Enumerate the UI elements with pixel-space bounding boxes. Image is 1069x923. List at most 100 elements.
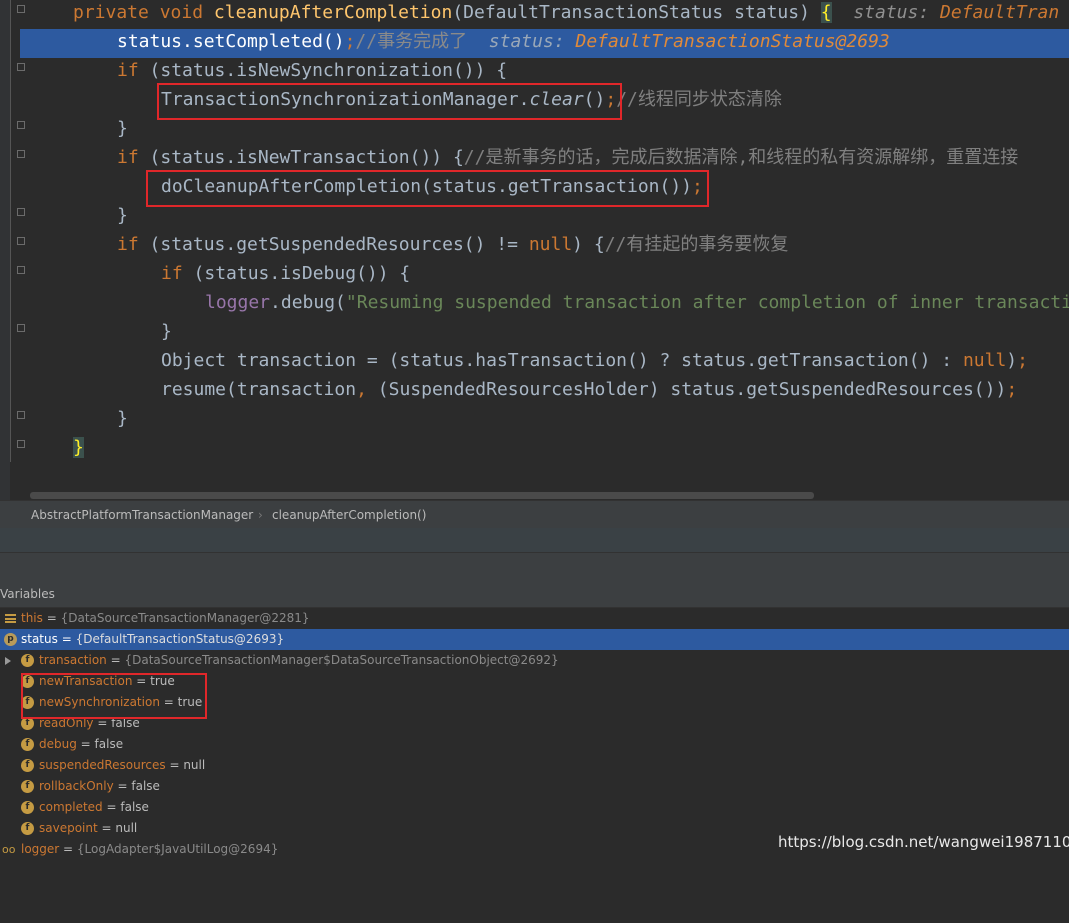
code-line[interactable]: } bbox=[117, 114, 128, 143]
inline-hint-value: DefaultTran bbox=[940, 2, 1060, 23]
variable-name: completed bbox=[39, 800, 103, 814]
parameter-icon: p bbox=[4, 633, 17, 646]
semicolon: ; bbox=[1006, 379, 1018, 400]
code-line[interactable]: private void cleanupAfterCompletion(Defa… bbox=[73, 0, 1059, 27]
variable-name: suspendedResources bbox=[39, 758, 166, 772]
field-icon: f bbox=[21, 654, 34, 667]
comment: //线程同步状态清除 bbox=[616, 89, 782, 110]
code-line[interactable]: if (status.isNewTransaction()) {//是新事务的话… bbox=[117, 143, 1018, 172]
glasses-icon: oo bbox=[2, 843, 16, 856]
breadcrumb-method[interactable]: cleanupAfterCompletion() bbox=[272, 508, 426, 522]
code-text: } bbox=[161, 321, 172, 342]
code-editor[interactable]: private void cleanupAfterCompletion(Defa… bbox=[0, 0, 1069, 500]
variable-equals: = bbox=[57, 632, 76, 646]
variable-name: status bbox=[21, 632, 58, 646]
gutter-divider bbox=[10, 0, 11, 462]
variable-equals: = bbox=[113, 779, 132, 793]
fold-icon[interactable] bbox=[17, 324, 25, 332]
breadcrumb-class[interactable]: AbstractPlatformTransactionManager bbox=[31, 508, 253, 522]
keyword: if bbox=[117, 60, 150, 81]
brace: { bbox=[820, 2, 832, 23]
code-line-current[interactable]: status.setCompleted();//事务完成了 status: De… bbox=[117, 27, 890, 56]
variable-equals: = bbox=[102, 800, 121, 814]
inline-hint-name: status: bbox=[488, 31, 576, 52]
keyword: if bbox=[117, 147, 150, 168]
debug-toolbar bbox=[0, 552, 1069, 581]
code-text: (status.getSuspendedResources() != bbox=[149, 234, 529, 255]
expand-arrow-icon[interactable] bbox=[5, 657, 11, 665]
code-text: Object transaction = (status.hasTransact… bbox=[161, 350, 963, 371]
variable-name: rollbackOnly bbox=[39, 779, 114, 793]
variable-row[interactable]: f completed = false bbox=[0, 797, 1069, 818]
comment: //是新事务的话，完成后数据清除,和线程的私有资源解绑，重置连接 bbox=[463, 147, 1019, 168]
variable-name: debug bbox=[39, 737, 77, 751]
code-text: (status.isNewTransaction()) { bbox=[149, 147, 464, 168]
variable-equals: = bbox=[59, 842, 77, 856]
variable-row[interactable]: f debug = false bbox=[0, 734, 1069, 755]
code-text: status.setCompleted() bbox=[117, 31, 345, 52]
breadcrumb: AbstractPlatformTransactionManager › cle… bbox=[0, 500, 1069, 529]
field-icon: f bbox=[21, 822, 34, 835]
code-text: (status.isNewSynchronization()) { bbox=[149, 60, 508, 81]
variable-row[interactable]: f rollbackOnly = false bbox=[0, 776, 1069, 797]
code-text: } bbox=[117, 205, 128, 226]
variable-value: null bbox=[115, 821, 138, 835]
field-name: logger bbox=[205, 292, 271, 313]
code-line[interactable]: if (status.isDebug()) { bbox=[161, 259, 410, 288]
variable-value: {DataSourceTransactionManager@2281} bbox=[60, 611, 310, 625]
fold-icon[interactable] bbox=[17, 150, 25, 158]
code-text: resume(transaction bbox=[161, 379, 357, 400]
comment: //有挂起的事务要恢复 bbox=[604, 234, 789, 255]
annotation-box bbox=[157, 83, 622, 120]
field-icon: f bbox=[21, 780, 34, 793]
horizontal-scrollbar[interactable] bbox=[30, 492, 814, 499]
code-text: } bbox=[117, 118, 128, 139]
variable-row-selected[interactable]: p status = {DefaultTransactionStatus@269… bbox=[0, 629, 1069, 650]
fold-icon[interactable] bbox=[17, 237, 25, 245]
watermark: https://blog.csdn.net/wangwei19871103 bbox=[778, 833, 1069, 851]
code-line[interactable]: Object transaction = (status.hasTransact… bbox=[161, 346, 1028, 375]
keyword: if bbox=[161, 263, 194, 284]
variable-row[interactable]: f suspendedResources = null bbox=[0, 755, 1069, 776]
fold-icon[interactable] bbox=[17, 208, 25, 216]
field-icon: f bbox=[21, 759, 34, 772]
fold-icon[interactable] bbox=[17, 440, 25, 448]
fold-icon[interactable] bbox=[17, 266, 25, 274]
method-name: cleanupAfterCompletion bbox=[213, 2, 453, 23]
fold-icon[interactable] bbox=[17, 121, 25, 129]
fold-icon[interactable] bbox=[17, 411, 25, 419]
variables-tree[interactable]: this = {DataSourceTransactionManager@228… bbox=[0, 608, 1069, 864]
variable-equals: = bbox=[97, 821, 116, 835]
variable-value: false bbox=[120, 800, 149, 814]
fold-icon[interactable] bbox=[17, 63, 25, 71]
brace: } bbox=[73, 437, 84, 458]
variable-row[interactable]: this = {DataSourceTransactionManager@228… bbox=[0, 608, 1069, 629]
keyword: private void bbox=[73, 2, 214, 23]
code-line[interactable]: resume(transaction, (SuspendedResourcesH… bbox=[161, 375, 1017, 404]
code-line[interactable]: if (status.isNewSynchronization()) { bbox=[117, 56, 507, 85]
code-line[interactable]: if (status.getSuspendedResources() != nu… bbox=[117, 230, 788, 259]
code-line[interactable]: } bbox=[161, 317, 172, 346]
variables-title: Variables bbox=[0, 587, 55, 601]
variable-row[interactable]: f transaction = {DataSourceTransactionMa… bbox=[0, 650, 1069, 671]
variable-equals: = bbox=[165, 758, 184, 772]
code-line[interactable]: } bbox=[73, 433, 84, 462]
code-line[interactable]: } bbox=[117, 404, 128, 433]
code-text: ) bbox=[1006, 350, 1018, 371]
variable-name: logger bbox=[21, 842, 60, 856]
code-text: ) { bbox=[572, 234, 605, 255]
fold-icon[interactable] bbox=[17, 5, 25, 13]
variable-name: transaction bbox=[39, 653, 107, 667]
code-line[interactable]: } bbox=[117, 201, 128, 230]
variable-equals: = bbox=[42, 611, 61, 625]
gutter bbox=[0, 0, 10, 500]
semicolon: ; bbox=[1017, 350, 1028, 371]
variable-value: {DataSourceTransactionManager$DataSource… bbox=[124, 653, 559, 667]
variables-panel-header: Variables bbox=[0, 580, 1069, 608]
code-text: (SuspendedResourcesHolder) status.getSus… bbox=[377, 379, 1007, 400]
code-text: } bbox=[117, 408, 128, 429]
code-line[interactable]: logger.debug("Resuming suspended transac… bbox=[205, 288, 1069, 317]
field-icon: f bbox=[21, 738, 34, 751]
variable-value: null bbox=[183, 758, 206, 772]
breadcrumb-separator: › bbox=[258, 508, 263, 522]
